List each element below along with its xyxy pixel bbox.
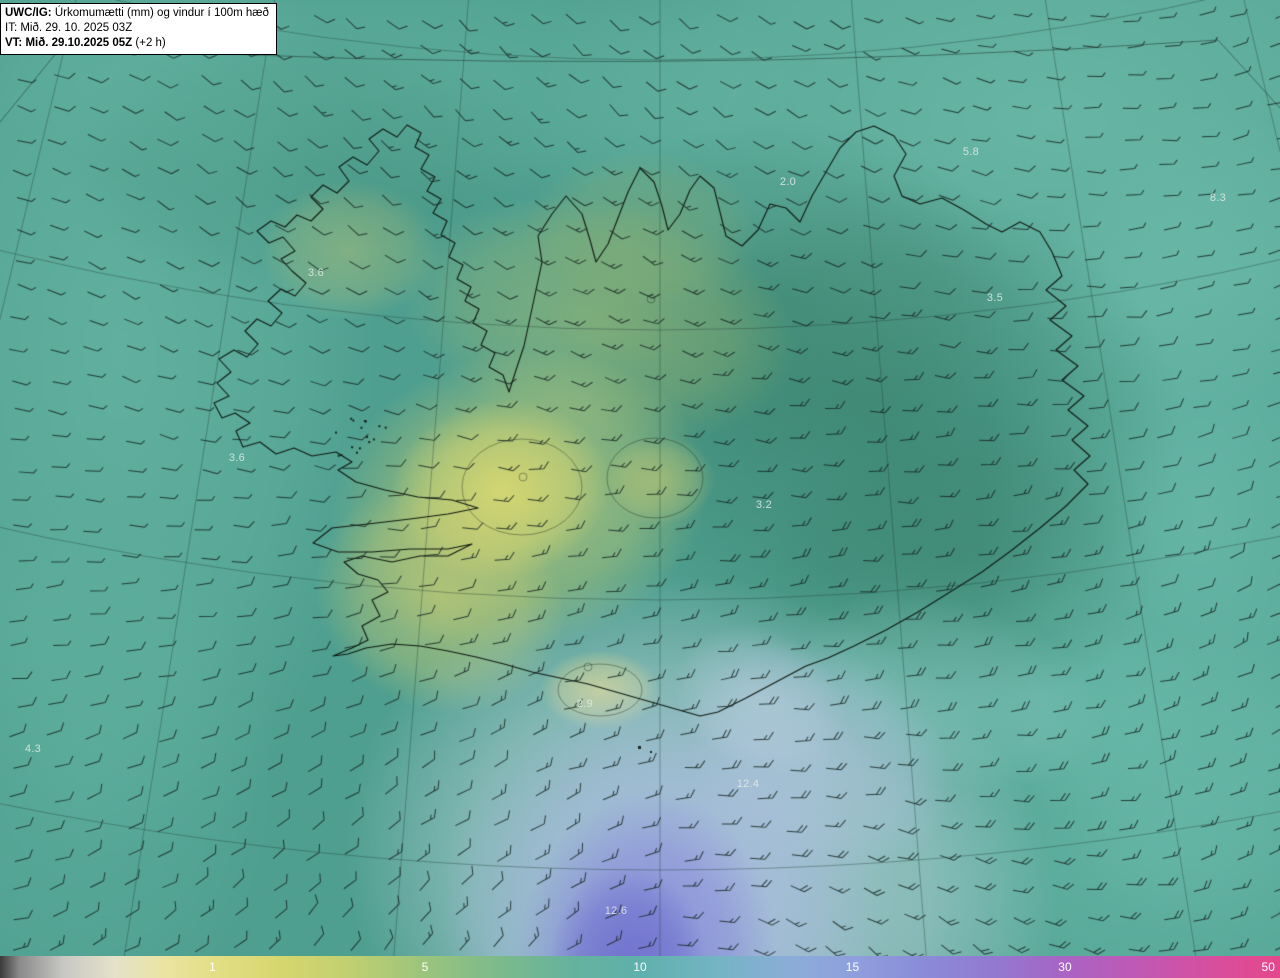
- valid-time: VT: Mið. 29.10.2025 05Z: [5, 37, 133, 49]
- colorbar-tick-label: 1: [209, 960, 216, 974]
- colorbar-tick-label: 15: [845, 960, 860, 974]
- valid-time-offset: (+2 h): [132, 37, 166, 49]
- map-title-box: UWC/IG: Úrkomumætti (mm) og vindur í 100…: [0, 3, 277, 55]
- colorbar-tick-label: 10: [633, 960, 647, 974]
- colorbar-tick-label: 30: [1058, 960, 1072, 974]
- product-title: Úrkomumætti (mm) og vindur í 100m hæð: [51, 7, 269, 19]
- colorbar-tick-label: 5: [421, 960, 429, 974]
- init-time: IT: Mið. 29. 10. 2025 03Z: [5, 22, 133, 34]
- weather-map-canvas: [0, 0, 1280, 978]
- valid-time-line: VT: Mið. 29.10.2025 05Z (+2 h): [5, 36, 269, 51]
- precipitation-colorbar: 1 5 10 15 30 50: [0, 956, 1280, 978]
- init-time-line: IT: Mið. 29. 10. 2025 03Z: [5, 21, 269, 36]
- product-title-line: UWC/IG: Úrkomumætti (mm) og vindur í 100…: [5, 6, 269, 21]
- colorbar-tick-label: 50: [1261, 960, 1275, 974]
- product-label: UWC/IG:: [5, 7, 52, 19]
